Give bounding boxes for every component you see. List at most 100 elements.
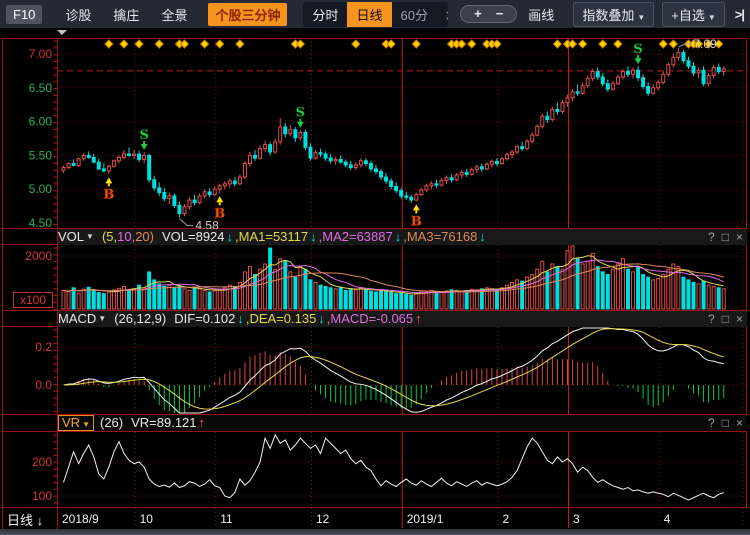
- volume-bar: [314, 283, 317, 310]
- macd-panel-header: MACD▼ (26,12,9) DIF=0.102↓ ,DEA=0.135↓ ,…: [58, 311, 747, 327]
- volume-bar: [133, 289, 136, 309]
- close-icon[interactable]: ×: [736, 415, 743, 431]
- candlestick: [279, 127, 282, 142]
- month-label: 10: [140, 512, 154, 526]
- candlestick: [183, 207, 186, 214]
- month-label: 2018/9: [62, 512, 99, 526]
- candlestick: [702, 70, 705, 84]
- vr-title[interactable]: VR▼: [58, 415, 94, 431]
- close-icon[interactable]: ×: [736, 311, 743, 327]
- volume-bar: [203, 290, 206, 309]
- maximize-icon[interactable]: □: [722, 415, 729, 431]
- chart-canvas[interactable]: BBBSSS4.587.097.006.506.005.505.004.5020…: [0, 0, 750, 535]
- help-icon[interactable]: ?: [708, 311, 715, 327]
- candlestick: [581, 86, 584, 93]
- volume-bar: [425, 292, 428, 309]
- candlestick: [470, 170, 473, 175]
- candlestick: [490, 161, 493, 164]
- y-axis-label: 4.50: [29, 216, 53, 230]
- x-axis-period-label[interactable]: 日线 ↓: [7, 510, 43, 529]
- candlestick: [364, 161, 367, 164]
- macd-value: ,MACD=-0.065: [327, 311, 413, 327]
- volume-bar: [702, 281, 705, 309]
- chevron-down-icon: ▼: [98, 311, 106, 327]
- maximize-icon[interactable]: □: [722, 229, 729, 245]
- volume-bar: [339, 287, 342, 309]
- candlestick: [238, 177, 241, 184]
- event-diamond-icon: [236, 40, 244, 48]
- volume-bar: [657, 279, 660, 309]
- volume-bar: [410, 295, 413, 309]
- event-diamond-icon: [458, 40, 466, 48]
- volume-bar: [405, 294, 408, 309]
- y-axis-label: 5.00: [29, 182, 53, 196]
- candlestick: [667, 65, 670, 74]
- volume-bar: [274, 269, 277, 309]
- vr-value: VR=89.121: [131, 415, 196, 431]
- candlestick: [672, 57, 675, 64]
- y-axis-label: 6.00: [29, 115, 53, 129]
- volume-bar: [626, 269, 629, 309]
- volume-bar: [576, 259, 579, 309]
- candlestick: [637, 70, 640, 77]
- volume-bar: [470, 289, 473, 309]
- candlestick: [546, 116, 549, 119]
- volume-bar: [193, 287, 196, 309]
- volume-bar: [369, 291, 372, 309]
- volume-bar: [662, 275, 665, 309]
- volume-unit-label: x100: [13, 292, 53, 308]
- volume-bar: [395, 294, 398, 309]
- volume-bar: [652, 280, 655, 309]
- candlestick: [506, 155, 509, 159]
- help-icon[interactable]: ?: [708, 415, 715, 431]
- month-label: 11: [220, 512, 233, 526]
- volume-bar: [374, 292, 377, 309]
- candlestick: [415, 195, 418, 200]
- volume-bar: [112, 290, 115, 309]
- volume-bar: [672, 264, 675, 309]
- sell-arrow-icon: [297, 122, 304, 128]
- volume-bar: [430, 290, 433, 309]
- candlestick: [163, 193, 166, 199]
- close-icon[interactable]: ×: [736, 229, 743, 245]
- volume-bar: [385, 292, 388, 309]
- candlestick: [329, 158, 332, 161]
- volume-bar: [97, 293, 100, 309]
- event-diamond-icon: [155, 40, 163, 48]
- candlestick: [324, 154, 327, 158]
- buy-marker: B: [103, 187, 114, 202]
- candlestick: [233, 181, 236, 184]
- candlestick: [349, 165, 352, 168]
- candlestick: [556, 109, 559, 111]
- event-diamond-icon: [579, 40, 587, 48]
- candlestick: [571, 92, 574, 98]
- volume-bar: [364, 289, 367, 309]
- maximize-icon[interactable]: □: [722, 311, 729, 327]
- panel-expand-icon: [57, 30, 67, 35]
- volume-bar: [188, 290, 191, 309]
- candlestick: [430, 184, 433, 186]
- vol-title[interactable]: VOL: [58, 229, 84, 245]
- volume-bar: [632, 272, 635, 309]
- candlestick: [687, 61, 690, 66]
- down-arrow-icon: ↓: [393, 229, 404, 245]
- help-icon[interactable]: ?: [708, 229, 715, 245]
- candlestick: [62, 168, 65, 171]
- down-arrow-icon: ↓: [316, 311, 327, 327]
- volume-bar: [677, 267, 680, 309]
- volume-bar: [571, 246, 574, 309]
- candlestick: [692, 66, 695, 73]
- candlestick: [707, 76, 710, 84]
- candlestick: [480, 167, 483, 169]
- candlestick: [153, 180, 156, 188]
- candlestick: [500, 159, 503, 164]
- candlestick: [223, 184, 226, 186]
- candlestick: [536, 126, 539, 135]
- y-axis-label: 2000: [25, 249, 52, 263]
- vol-param-20: 20): [135, 229, 154, 245]
- volume-bar: [334, 289, 337, 309]
- candlestick: [274, 142, 277, 152]
- event-diamond-icon: [105, 40, 113, 48]
- macd-title[interactable]: MACD: [58, 311, 96, 327]
- volume-bar: [107, 292, 110, 309]
